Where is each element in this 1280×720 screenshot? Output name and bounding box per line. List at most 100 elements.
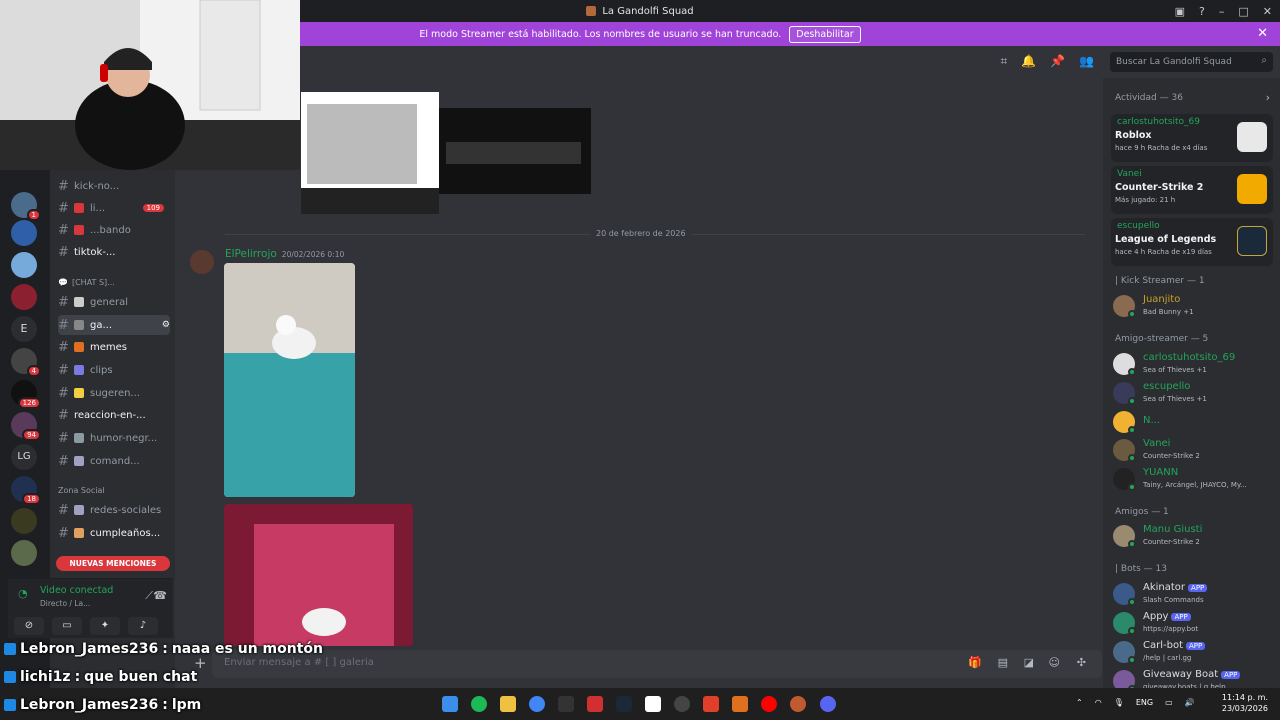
gif-icon[interactable]: ▤ [998,656,1008,669]
language-indicator[interactable]: ENG [1136,698,1153,707]
message-header: ElPelirrojo 20/02/2026 0:10 [225,248,344,260]
channel-item[interactable]: # kick-no... [58,176,170,196]
network-icon[interactable]: ▭ [1165,698,1173,707]
server-icon[interactable] [11,284,37,310]
gift-icon[interactable]: 🎁 [968,656,982,669]
chrome-icon[interactable] [529,696,545,712]
server-icon[interactable]: 18 [11,476,41,505]
app-icon[interactable] [732,696,748,712]
server-icon[interactable]: 1 [11,192,41,221]
emoji-icon[interactable]: ☺ [1049,656,1060,669]
member-item[interactable]: N... [1113,408,1273,436]
wifi-icon[interactable]: ◠ [1095,698,1102,707]
close-window-button[interactable]: ✕ [1263,5,1272,18]
youtube-icon[interactable] [761,696,777,712]
threads-icon[interactable]: ⌗ [1000,54,1007,69]
attachment-image[interactable] [224,504,413,646]
help-icon[interactable]: ? [1199,5,1205,18]
windows-start-icon[interactable] [442,696,458,712]
screenshare-button[interactable]: ▭ [52,617,82,635]
chevron-right-icon[interactable]: › [1266,91,1270,104]
channel-item[interactable]: # ...bando [58,220,170,240]
steam-icon[interactable] [616,696,632,712]
hash-icon: # [58,407,69,423]
server-icon[interactable]: LG [11,444,37,470]
channel-item[interactable]: # general [58,292,170,312]
minimize-button[interactable]: – [1219,5,1225,18]
member-item[interactable]: Manu Giusti Counter-Strike 2 [1113,522,1273,550]
new-mentions-button[interactable]: NUEVAS MENCIONES [56,556,170,571]
avatar[interactable] [190,250,214,274]
settings-icon[interactable]: ⚙ [162,320,170,330]
camera-off-button[interactable]: ⊘ [14,617,44,635]
close-banner-icon[interactable]: ✕ [1257,26,1268,41]
member-item[interactable]: escupello Sea of Thieves +1 [1113,379,1273,407]
server-icon[interactable]: 4 [11,348,41,377]
apps-icon[interactable]: ✣ [1077,656,1086,669]
spotify-icon[interactable] [471,696,487,712]
server-icon[interactable] [11,220,37,246]
channel-item[interactable]: # clips [58,360,170,380]
chevron-up-icon[interactable]: ⌃ [1076,698,1083,707]
category-social[interactable]: Zona Social [58,486,105,495]
member-item[interactable]: Vanei Counter-Strike 2 [1113,436,1273,464]
activities-button[interactable]: ✦ [90,617,120,635]
server-icon[interactable]: 94 [11,412,41,441]
pin-icon[interactable]: 📌 [1050,54,1065,69]
channel-item[interactable]: # sugeren... [58,383,170,403]
brave-icon[interactable] [703,696,719,712]
epic-games-icon[interactable] [558,696,574,712]
file-explorer-icon[interactable] [500,696,516,712]
disable-streamer-button[interactable]: Deshabilitar [789,25,861,43]
members-icon[interactable]: 👥 [1079,54,1094,69]
attachment-image[interactable] [224,263,355,497]
channel-item[interactable]: # comand... [58,451,170,471]
kick-icon [4,699,16,711]
server-icon[interactable]: E [11,316,37,342]
channel-item[interactable]: # tiktok-... [58,242,170,262]
channel-item[interactable]: # redes-sociales [58,500,170,520]
message-composer[interactable]: + Enviar mensaje a # [ ] galeria 🎁 ▤ ◪ ☺… [194,650,1102,678]
discord-icon[interactable] [820,696,836,712]
video-thumbnails[interactable] [301,92,591,217]
category-chat[interactable]: 💬 [CHAT S]... [58,278,115,287]
server-icon[interactable] [11,540,37,566]
soundboard-button[interactable]: ♪ [128,617,158,635]
channel-item[interactable]: # reaccion-en-... [58,405,170,425]
activity-card[interactable]: carlostuhotsito_69 Roblox hace 9 h Racha… [1111,114,1273,162]
thumbnail-images [301,92,591,214]
member-item[interactable]: Appy APP https://appy.bot [1113,609,1273,637]
clock[interactable]: 11:14 p. m. 23/03/2026 [1222,692,1268,714]
noise-icon[interactable]: ⟋ [145,589,153,603]
member-item[interactable]: Akinator APP Slash Commands [1113,580,1273,608]
member-item[interactable]: carlostuhotsito_69 Sea of Thieves +1 [1113,350,1273,378]
app-icon[interactable] [587,696,603,712]
server-icon[interactable] [11,252,37,278]
member-item[interactable]: Juanjito Bad Bunny +1 [1113,292,1273,320]
disconnect-icon[interactable]: ☎ [153,589,167,602]
channel-item-active[interactable]: # ga... ⚙ [58,315,170,335]
app-icon[interactable] [790,696,806,712]
message-author[interactable]: ElPelirrojo [225,248,277,260]
bell-icon[interactable]: 🔔 [1021,54,1036,69]
server-icon[interactable]: 126 [11,380,41,409]
member-item[interactable]: YUANN Tainy, Arcángel, JHAYCO, My... [1113,465,1273,493]
volume-icon[interactable]: 🔊 [1185,698,1195,707]
mic-icon[interactable]: 🎙 [1114,698,1124,707]
roblox-icon [1237,122,1267,152]
activity-card[interactable]: escupello League of Legends hace 4 h Rac… [1111,218,1273,266]
channel-item[interactable]: # cumpleaños... [58,523,170,543]
sticker-icon[interactable]: ◪ [1024,656,1034,669]
inbox-icon[interactable]: ▣ [1175,5,1185,18]
channel-item[interactable]: # humor-negr... [58,428,170,448]
maximize-button[interactable]: □ [1238,5,1248,18]
message-timestamp: 20/02/2026 0:10 [281,249,345,259]
activity-card[interactable]: Vanei Counter-Strike 2 Más jugado: 21 h [1111,166,1273,214]
channel-item[interactable]: # li... 109 [58,198,170,218]
obs-icon[interactable] [674,696,690,712]
channel-item[interactable]: # memes [58,337,170,357]
capcut-icon[interactable] [645,696,661,712]
search-input[interactable]: Buscar La Gandolfi Squad ⌕ [1110,52,1273,72]
member-item[interactable]: Carl-bot APP/help | carl.gg [1113,638,1273,666]
server-icon[interactable] [11,508,37,534]
